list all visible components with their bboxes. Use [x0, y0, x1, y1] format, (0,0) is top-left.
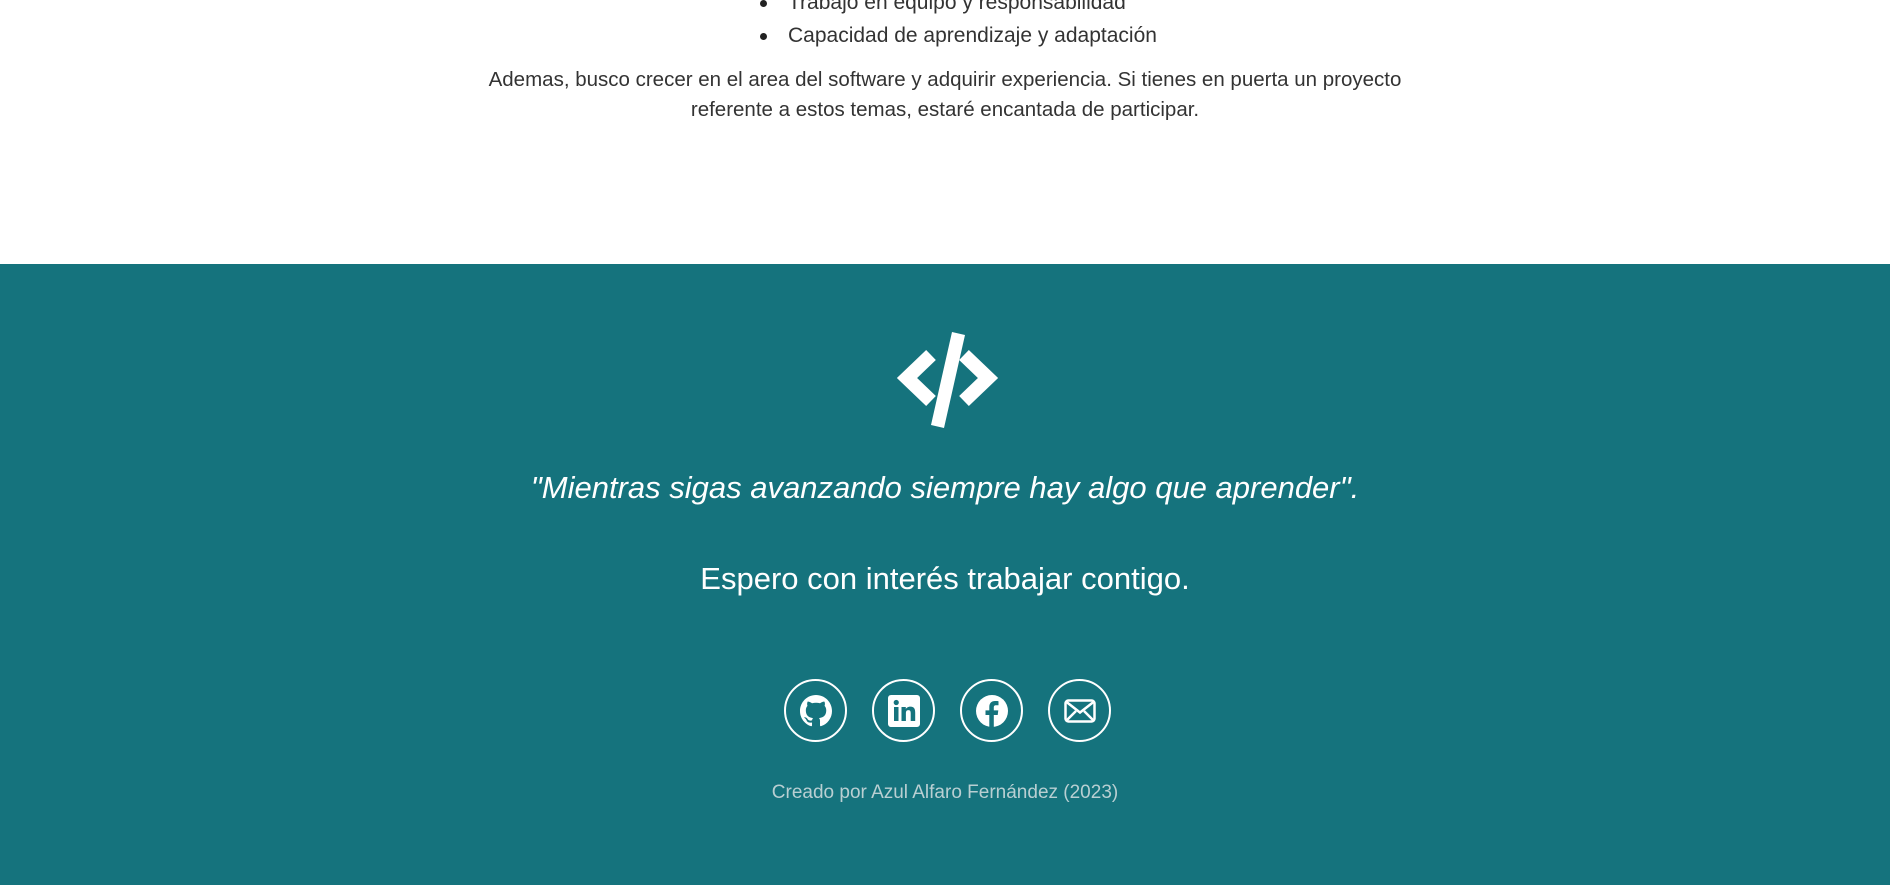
footer-closing-message: Espero con interés trabajar contigo.: [700, 561, 1190, 596]
skill-list-item: Capacidad de aprendizaje y adaptación: [0, 19, 1890, 52]
social-links: [784, 679, 1111, 742]
facebook-icon: [975, 694, 1008, 727]
linkedin-icon: [887, 694, 920, 727]
email-link[interactable]: [1048, 679, 1111, 742]
code-icon: [895, 332, 1000, 428]
footer: "Mientras sigas avanzando siempre hay al…: [0, 264, 1890, 885]
github-icon: [799, 694, 832, 727]
github-link[interactable]: [784, 679, 847, 742]
about-section: Trabajo en equipo y responsabilidad Capa…: [0, 0, 1890, 264]
footer-quote: "Mientras sigas avanzando siempre hay al…: [530, 470, 1360, 505]
about-paragraph: Ademas, busco crecer en el area del soft…: [488, 68, 1402, 121]
footer-credit: Creado por Azul Alfaro Fernández (2023): [771, 782, 1119, 803]
skill-list-item: Trabajo en equipo y responsabilidad: [0, 0, 1890, 19]
facebook-link[interactable]: [960, 679, 1023, 742]
linkedin-link[interactable]: [872, 679, 935, 742]
envelope-icon: [1063, 698, 1096, 723]
skills-list: Trabajo en equipo y responsabilidad Capa…: [0, 0, 1890, 52]
